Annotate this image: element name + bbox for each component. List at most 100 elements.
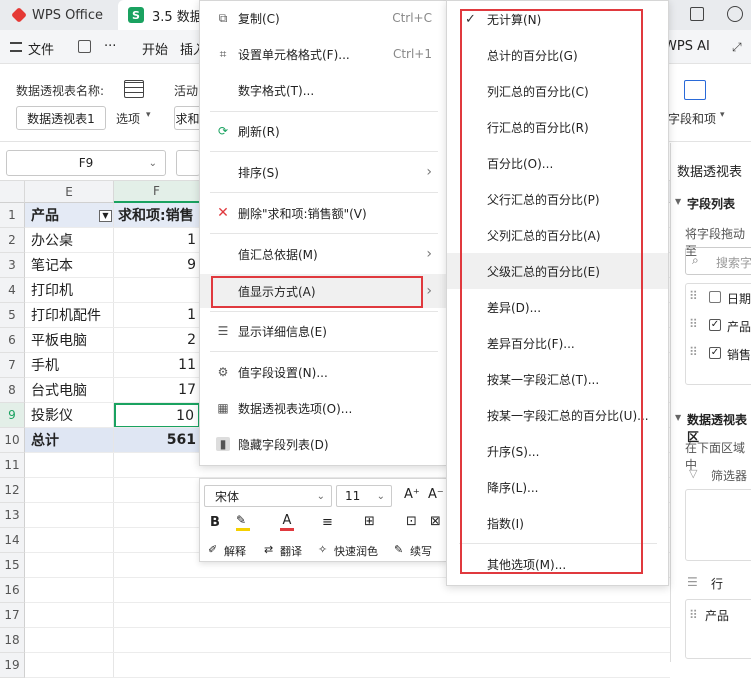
collapse-icon[interactable]: ▼ [675,413,681,422]
filter-dropdown-icon[interactable]: ▼ [99,210,112,222]
menu-format-cells[interactable]: ⌗ 设置单元格格式(F)... Ctrl+1 [200,37,446,71]
cell-f[interactable]: 1 [114,228,200,253]
drag-handle-icon[interactable]: ⠿ [689,608,698,622]
clear-icon[interactable]: ⊠ [430,514,441,529]
row-header[interactable]: 6 [0,328,25,353]
user-icon[interactable] [727,6,743,22]
cell-f[interactable] [114,528,200,553]
font-color-icon[interactable]: A [280,513,294,531]
menu-delete-field[interactable]: ✕ 删除"求和项:销售额"(V) [200,196,446,230]
cell-e[interactable]: 打印机配件 [25,303,114,328]
home-tab[interactable]: WPS Office [0,0,118,30]
row-header[interactable]: 5 [0,303,25,328]
cell-e[interactable]: 投影仪 [25,403,114,428]
cell-f[interactable] [114,553,200,578]
row-header[interactable]: 7 [0,353,25,378]
menu-show-details[interactable]: ☰ 显示详细信息(E) [200,314,446,348]
row-header[interactable]: 4 [0,278,25,303]
drag-handle-icon[interactable]: ⠿ [689,289,698,303]
menu-sort[interactable]: 排序(S) › [200,155,446,189]
collapse-icon[interactable]: ▼ [675,197,681,206]
hamburger-icon[interactable] [10,42,22,52]
row-header[interactable]: 15 [0,553,25,578]
field-checkbox-sales[interactable]: ✓ [709,347,721,359]
cell-e[interactable]: 平板电脑 [25,328,114,353]
cell-f[interactable]: 2 [114,328,200,353]
menu-start[interactable]: 开始 [142,39,168,58]
cell-f[interactable]: 9 [114,253,200,278]
menu-summarize-by[interactable]: 值汇总依据(M) › [200,237,446,271]
menu-pivot-options[interactable]: ▦ 数据透视表选项(O)... [200,391,446,425]
row-header[interactable]: 3 [0,253,25,278]
row-header[interactable]: 2 [0,228,25,253]
cell-e[interactable]: 手机 [25,353,114,378]
translate-button[interactable]: 翻译 [280,543,302,559]
cell-e[interactable]: 办公桌 [25,228,114,253]
row-item-product[interactable]: 产品 [705,607,729,624]
border-icon[interactable]: ⊞ [364,514,375,529]
drag-handle-icon[interactable]: ⠿ [689,317,698,331]
gift-icon[interactable]: ⊡ [406,514,417,529]
cell-e[interactable]: 打印机 [25,278,114,303]
cell-f[interactable] [114,578,200,603]
filter-drop-area[interactable] [685,489,751,561]
active-cell-f9[interactable]: 10 [114,403,200,428]
name-box[interactable]: F9 ⌄ [6,150,166,176]
cell-f[interactable] [114,453,200,478]
cell-e[interactable]: 笔记本 [25,253,114,278]
column-header-f[interactable]: F [114,181,200,203]
cell-e[interactable] [25,528,114,553]
row-header[interactable]: 18 [0,628,25,653]
active-field-input[interactable]: 求和 [174,106,200,130]
field-search-input[interactable]: ⌕ 搜索字 [685,247,751,275]
row-header[interactable]: 10 [0,428,25,453]
save-icon[interactable] [78,40,91,53]
formula-input[interactable] [176,150,200,176]
cell-e[interactable]: 台式电脑 [25,378,114,403]
cell-f[interactable] [114,278,200,303]
cell-f[interactable]: 17 [114,378,200,403]
menu-file[interactable]: 文件 [28,39,54,58]
drag-handle-icon[interactable]: ⠿ [689,345,698,359]
explain-button[interactable]: 解释 [224,543,246,559]
row-header[interactable]: 16 [0,578,25,603]
row-header[interactable]: 1 [0,203,25,228]
field-checkbox-date[interactable] [709,291,721,303]
cell-f[interactable] [114,653,200,678]
cell-e[interactable] [25,553,114,578]
cell-e[interactable] [25,578,114,603]
row-header[interactable]: 8 [0,378,25,403]
column-header-e[interactable]: E [25,181,114,203]
options-button[interactable]: 选项 [116,110,140,127]
row-header[interactable]: 13 [0,503,25,528]
menu-more[interactable]: ··· [104,39,116,54]
row-header[interactable]: 9 [0,403,25,428]
cell-f[interactable] [114,478,200,503]
cell-e[interactable] [25,653,114,678]
cell-e[interactable] [25,628,114,653]
highlight-icon[interactable]: ✎ [236,513,250,531]
continue-button[interactable]: 续写 [410,543,432,559]
row-header[interactable]: 14 [0,528,25,553]
select-all-corner[interactable] [0,181,25,203]
cell-e[interactable]: 总计 [25,428,114,453]
bold-icon[interactable]: B [210,515,220,530]
menu-hide-field-list[interactable]: ▮ 隐藏字段列表(D) [200,427,446,461]
fields-items-icon[interactable] [684,80,706,100]
menu-field-settings[interactable]: ⚙ 值字段设置(N)... [200,355,446,389]
cell-f[interactable] [114,503,200,528]
document-tab[interactable]: S 3.5 数据 [118,0,208,30]
menu-number-format[interactable]: 数字格式(T)... [200,73,446,107]
expand-icon[interactable]: ⤢ [732,40,742,55]
increase-font-icon[interactable]: A⁺ [404,487,420,502]
cell-f[interactable]: 1 [114,303,200,328]
cell-e[interactable] [25,503,114,528]
cell-e[interactable] [25,453,114,478]
pivot-table-icon[interactable] [124,80,144,98]
cell-f[interactable]: 求和项:销售 [114,203,200,228]
cell-e[interactable] [25,603,114,628]
cell-f[interactable]: 11 [114,353,200,378]
pivot-name-input[interactable]: 数据透视表1 [16,106,106,130]
menu-wps-ai[interactable]: WPS AI [664,39,710,54]
row-header[interactable]: 17 [0,603,25,628]
